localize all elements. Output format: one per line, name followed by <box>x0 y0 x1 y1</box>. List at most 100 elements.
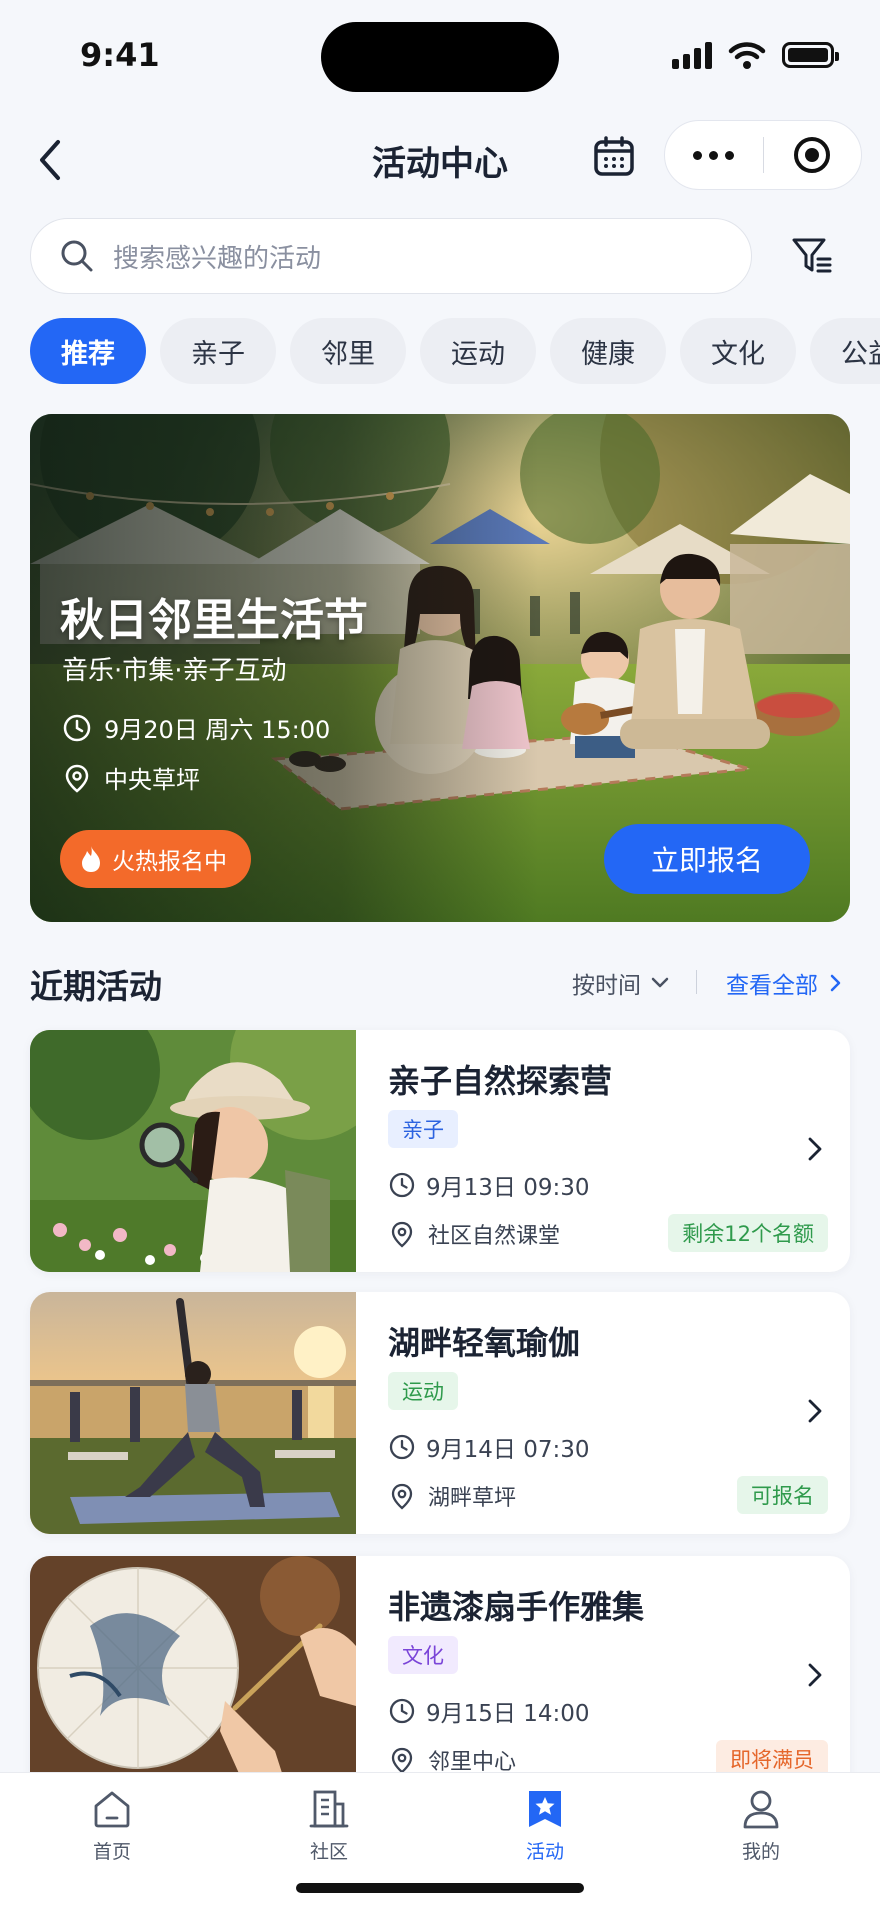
activity-place-text: 社区自然课堂 <box>428 1224 561 1249</box>
status-badge: 可报名 <box>737 1476 828 1514</box>
tab-activities[interactable]: 活动 <box>485 1787 605 1864</box>
category-tab-sports[interactable]: 运动 <box>420 318 536 384</box>
hot-signup-badge: 火热报名中 <box>60 830 251 888</box>
activity-card[interactable]: 亲子自然探索营 亲子 9月13日 09:30 社区自然课堂 剩余12个名额 <box>30 1030 850 1272</box>
status-time: 9:41 <box>80 36 160 74</box>
chevron-right-icon <box>808 1399 822 1423</box>
activity-time-text: 9月15日 14:00 <box>426 1701 590 1727</box>
tab-home-label: 首页 <box>92 1841 131 1863</box>
nav-bar: 活动中心 <box>0 110 880 210</box>
activity-thumbnail <box>30 1292 356 1534</box>
nature-camp-photo <box>30 1030 356 1272</box>
close-mini-program-button[interactable] <box>764 121 862 189</box>
calendar-button[interactable] <box>588 130 640 182</box>
wifi-icon <box>728 42 766 69</box>
location-pin-icon <box>65 764 89 793</box>
status-bar: 9:41 <box>0 0 880 110</box>
cellular-signal-icon <box>672 41 712 69</box>
more-menu-button[interactable] <box>665 121 763 189</box>
status-icons <box>672 40 839 70</box>
flame-icon <box>82 846 100 872</box>
hero-title: 秋日邻里生活节 <box>60 595 368 646</box>
location-pin-icon <box>391 1221 413 1248</box>
tab-community-label: 社区 <box>309 1841 348 1863</box>
search-input[interactable]: 搜索感兴趣的活动 <box>30 218 752 294</box>
view-all-link[interactable]: 查看全部 <box>726 966 842 1000</box>
calendar-icon <box>594 136 634 176</box>
category-tab-recommended[interactable]: 推荐 <box>30 318 146 384</box>
activity-title: 湖畔轻氧瑜伽 <box>388 1324 581 1362</box>
chevron-right-icon <box>808 1137 822 1161</box>
status-badge: 剩余12个名额 <box>668 1214 828 1252</box>
chevron-right-icon <box>830 974 841 992</box>
chevron-down-icon <box>651 977 669 988</box>
activity-time: 9月13日 09:30 <box>388 1168 590 1202</box>
activity-time: 9月14日 07:30 <box>388 1430 590 1464</box>
category-tag: 运动 <box>388 1372 458 1410</box>
activity-card[interactable]: 非遗漆扇手作雅集 文化 9月15日 14:00 邻里中心 即将满员 <box>30 1556 850 1798</box>
category-tag: 亲子 <box>388 1110 458 1148</box>
section-title: 近期活动 <box>30 967 162 1006</box>
hero-location-text: 中央草坪 <box>104 766 200 794</box>
tab-profile-label: 我的 <box>741 1841 780 1863</box>
activity-thumbnail <box>30 1030 356 1272</box>
chevron-left-icon <box>40 140 60 180</box>
activity-time-text: 9月14日 07:30 <box>426 1437 590 1463</box>
search-placeholder: 搜索感兴趣的活动 <box>113 243 322 274</box>
recent-activities-header: 近期活动 按时间 查看全部 <box>30 956 850 1006</box>
filter-icon <box>792 238 832 273</box>
home-indicator <box>296 1883 584 1893</box>
sort-label: 按时间 <box>572 973 641 999</box>
category-tab-health[interactable]: 健康 <box>550 318 666 384</box>
sort-by-time-button[interactable]: 按时间 <box>572 966 669 1000</box>
view-all-label: 查看全部 <box>726 973 818 999</box>
hot-signup-text: 火热报名中 <box>112 849 227 875</box>
user-icon <box>743 1790 779 1829</box>
activity-star-icon <box>529 1791 561 1827</box>
activity-time-text: 9月13日 09:30 <box>426 1175 590 1201</box>
chevron-right-icon <box>808 1663 822 1687</box>
building-icon <box>309 1790 349 1828</box>
activity-thumbnail <box>30 1556 356 1798</box>
search-icon <box>61 240 93 272</box>
tab-profile[interactable]: 我的 <box>701 1787 821 1864</box>
hero-datetime-text: 9月20日 周六 15:00 <box>104 716 331 744</box>
category-tab-family[interactable]: 亲子 <box>160 318 276 384</box>
home-icon <box>94 1791 130 1828</box>
activity-place: 社区自然课堂 <box>388 1218 560 1250</box>
clock-icon <box>63 714 91 741</box>
category-tabs: 推荐 亲子 邻里 运动 健康 文化 公益 <box>30 318 880 386</box>
hero-subtitle: 音乐·市集·亲子互动 <box>62 656 287 686</box>
activity-place-text: 湖畔草坪 <box>428 1486 517 1511</box>
activity-time: 9月15日 14:00 <box>388 1694 590 1728</box>
clock-icon <box>389 1172 415 1198</box>
featured-event-banner[interactable]: 秋日邻里生活节 音乐·市集·亲子互动 9月20日 周六 15:00 中央草坪 火… <box>30 414 850 922</box>
dynamic-island <box>321 22 559 92</box>
tab-activities-label: 活动 <box>525 1841 564 1863</box>
signup-now-button[interactable]: 立即报名 <box>604 824 810 894</box>
activity-card[interactable]: 湖畔轻氧瑜伽 运动 9月14日 07:30 湖畔草坪 可报名 <box>30 1292 850 1534</box>
category-tag: 文化 <box>388 1636 458 1674</box>
category-tab-culture[interactable]: 文化 <box>680 318 796 384</box>
filter-button[interactable] <box>790 234 834 278</box>
category-tab-charity[interactable]: 公益 <box>810 318 880 384</box>
clock-icon <box>389 1698 415 1724</box>
location-pin-icon <box>391 1483 413 1510</box>
battery-icon <box>782 42 839 68</box>
hero-location: 中央草坪 <box>62 760 200 795</box>
lacquer-fan-photo <box>30 1556 356 1798</box>
activity-title: 亲子自然探索营 <box>388 1062 613 1100</box>
lakeside-yoga-photo <box>30 1292 356 1534</box>
activity-title: 非遗漆扇手作雅集 <box>388 1588 645 1626</box>
category-tab-neighbors[interactable]: 邻里 <box>290 318 406 384</box>
tab-community[interactable]: 社区 <box>269 1787 389 1864</box>
back-button[interactable] <box>22 132 78 188</box>
target-icon <box>794 137 831 173</box>
location-pin-icon <box>391 1747 413 1774</box>
clock-icon <box>389 1434 415 1460</box>
tab-home[interactable]: 首页 <box>52 1787 172 1864</box>
mini-program-capsule <box>664 120 862 190</box>
activity-place: 湖畔草坪 <box>388 1480 516 1512</box>
header-divider <box>696 970 697 994</box>
hero-datetime: 9月20日 周六 15:00 <box>62 710 330 745</box>
